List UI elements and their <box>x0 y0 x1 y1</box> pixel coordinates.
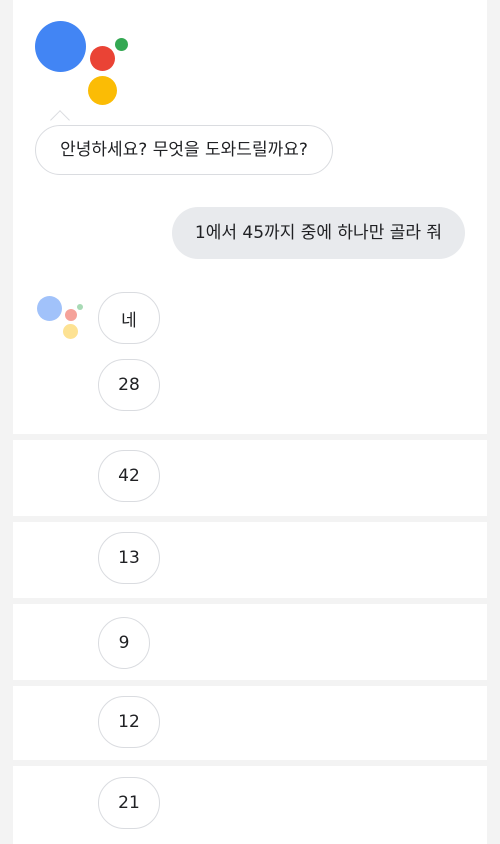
avatar-red-dot <box>65 309 77 321</box>
logo-red-dot <box>90 46 115 71</box>
assistant-reply-chip: 9 <box>98 617 150 669</box>
assistant-avatar-icon <box>0 290 100 350</box>
assistant-reply-chip: 28 <box>98 359 160 411</box>
user-message-bubble: 1에서 45까지 중에 하나만 골라 줘 <box>172 207 465 259</box>
avatar-yellow-dot <box>63 324 78 339</box>
assistant-logo-icon <box>0 0 140 110</box>
reply-text: 13 <box>118 548 140 568</box>
assistant-greeting-bubble: 안녕하세요? 무엇을 도와드릴까요? <box>35 125 333 175</box>
avatar-green-dot <box>77 304 83 310</box>
conversation-card <box>13 766 487 844</box>
assistant-reply-chip: 12 <box>98 696 160 748</box>
reply-text: 9 <box>118 633 130 653</box>
assistant-reply-chip: 네 <box>98 292 160 344</box>
conversation-card <box>13 604 487 680</box>
conversation-card <box>13 522 487 598</box>
reply-text: 28 <box>118 375 140 395</box>
user-message-text: 1에서 45까지 중에 하나만 골라 줘 <box>194 222 443 243</box>
assistant-conversation: 안녕하세요? 무엇을 도와드릴까요? 1에서 45까지 중에 하나만 골라 줘 … <box>0 0 500 844</box>
conversation-card <box>13 440 487 516</box>
assistant-reply-chip: 42 <box>98 450 160 502</box>
logo-green-dot <box>115 38 128 51</box>
assistant-reply-chip: 13 <box>98 532 160 584</box>
reply-text: 21 <box>118 793 140 813</box>
assistant-reply-chip: 21 <box>98 777 160 829</box>
reply-text: 12 <box>118 712 140 732</box>
reply-text: 42 <box>118 466 140 486</box>
reply-text: 네 <box>121 310 137 331</box>
logo-blue-dot <box>35 21 86 72</box>
avatar-blue-dot <box>37 296 62 321</box>
conversation-card <box>13 686 487 760</box>
greeting-text: 안녕하세요? 무엇을 도와드릴까요? <box>60 139 308 160</box>
logo-yellow-dot <box>88 76 117 105</box>
